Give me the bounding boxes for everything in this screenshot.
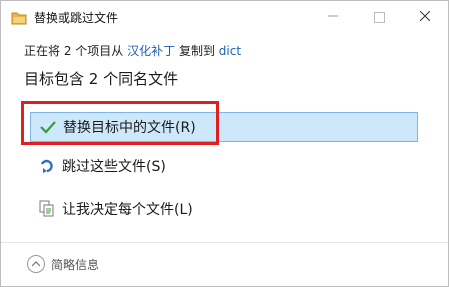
maximize-icon [373,11,385,23]
destination-folder-link[interactable]: dict [219,44,241,58]
decide-each-file-option[interactable]: 让我决定每个文件(L) [30,194,416,224]
checkmark-icon [37,116,59,138]
decide-option-label: 让我决定每个文件(L) [62,202,193,218]
skip-files-option[interactable]: 跳过这些文件(S) [30,151,416,181]
fewer-details-label: 简略信息 [51,257,100,272]
source-folder-link[interactable]: 汉化补丁 [127,44,175,58]
file-compare-icon [36,198,58,220]
copy-description: 正在将 2 个项目从 汉化补丁 复制到 dict [24,42,241,59]
close-button[interactable] [402,1,448,33]
replace-files-option[interactable]: 替换目标中的文件(R) [30,112,418,142]
title-bar[interactable]: 替换或跳过文件 [1,1,448,33]
skip-option-label: 跳过这些文件(S) [62,159,166,175]
window-title: 替换或跳过文件 [34,11,119,25]
skip-arrow-icon [36,155,58,177]
minimize-button[interactable] [310,1,356,33]
dialog-footer: 简略信息 [1,242,448,286]
copy-prefix: 正在将 2 个项目从 [24,44,124,58]
maximize-button[interactable] [356,1,402,33]
chevron-up-icon [27,255,45,273]
minimize-icon [328,9,338,25]
folder-icon [11,10,27,25]
replace-option-label: 替换目标中的文件(R) [63,120,196,136]
fewer-details-toggle[interactable]: 简略信息 [27,255,99,273]
close-icon [419,9,431,25]
dialog-heading: 目标包含 2 个同名文件 [24,70,179,88]
copy-middle: 复制到 [178,44,215,58]
replace-or-skip-dialog: 替换或跳过文件 正在将 2 个项目从 汉化补丁 复制到 dict 目标包含 2 … [0,0,449,287]
